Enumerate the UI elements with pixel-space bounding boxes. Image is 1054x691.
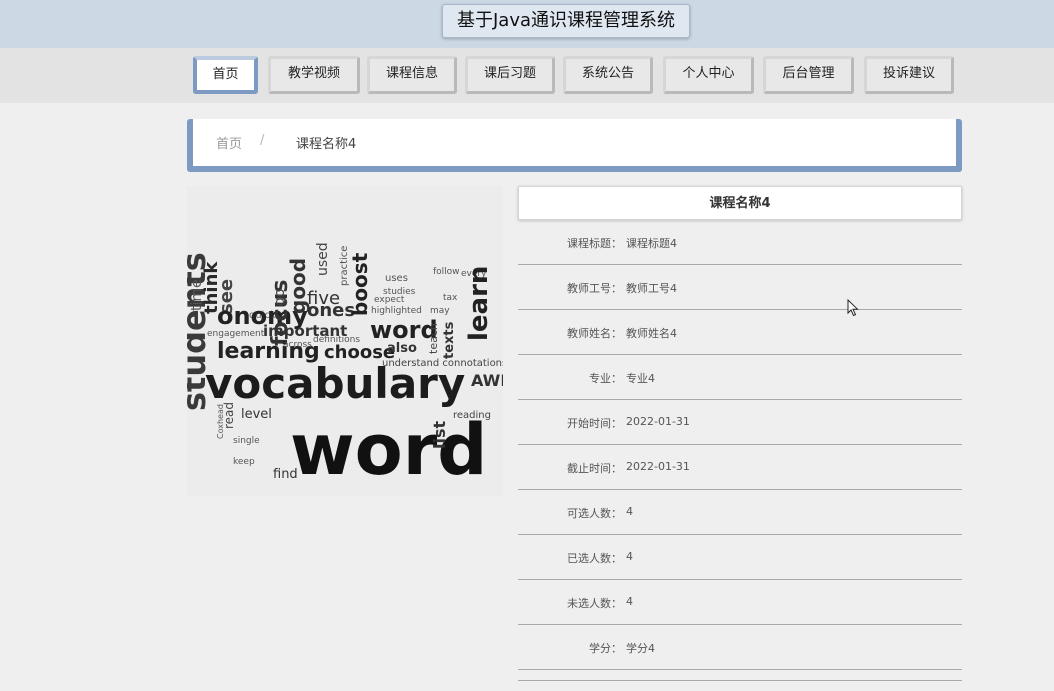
detail-label: 专业： bbox=[589, 372, 622, 385]
cloud-word: AWI bbox=[471, 371, 503, 390]
cloud-word: boost bbox=[348, 252, 372, 316]
mouse-pointer-icon bbox=[847, 299, 859, 317]
cloud-word: highlighted bbox=[371, 306, 422, 316]
cloud-word: expect bbox=[374, 295, 405, 305]
detail-label: 可选人数： bbox=[567, 507, 622, 520]
nav-item-announcements[interactable]: 系统公告 bbox=[563, 56, 653, 94]
nav-item-home[interactable]: 首页 bbox=[193, 56, 258, 94]
cloud-word: teach bbox=[427, 323, 440, 354]
cloud-word: Coxhead bbox=[216, 404, 225, 439]
cloud-word: also bbox=[387, 341, 417, 356]
detail-value: 4 bbox=[626, 505, 633, 518]
detail-value: 4 bbox=[626, 595, 633, 608]
cloud-word: vocabulary bbox=[205, 359, 465, 408]
breadcrumb-home-link[interactable]: 首页 bbox=[216, 133, 242, 152]
cloud-word: used bbox=[315, 242, 331, 276]
app-title: 基于Java通识课程管理系统 bbox=[442, 4, 690, 38]
detail-row-remaining: 未选人数： 4 bbox=[518, 580, 962, 625]
detail-value: 4 bbox=[626, 550, 633, 563]
cloud-word: go bbox=[272, 289, 288, 306]
cloud-word: tax bbox=[443, 293, 458, 303]
detail-value: 专业4 bbox=[626, 372, 655, 385]
breadcrumb-current: 课程名称4 bbox=[296, 137, 357, 152]
word-cloud-image: students time think see quick onomy focu… bbox=[187, 242, 503, 491]
detail-value: 课程标题4 bbox=[626, 237, 677, 250]
detail-row-capacity: 可选人数： 4 bbox=[518, 490, 962, 535]
nav-item-exercises[interactable]: 课后习题 bbox=[465, 56, 555, 94]
detail-label: 截止时间： bbox=[567, 462, 622, 475]
cloud-word: uses bbox=[385, 273, 408, 284]
nav-item-teaching-videos[interactable]: 教学视频 bbox=[268, 56, 360, 94]
nav-item-admin[interactable]: 后台管理 bbox=[763, 56, 854, 94]
detail-row-enrolled: 已选人数： 4 bbox=[518, 535, 962, 580]
cloud-word: keep bbox=[233, 457, 255, 467]
nav-item-course-info[interactable]: 课程信息 bbox=[367, 56, 457, 94]
detail-row-teacher-name: 教师姓名： 教师姓名4 bbox=[518, 310, 962, 355]
cloud-word: may bbox=[430, 306, 450, 316]
cloud-word: level bbox=[241, 407, 272, 422]
breadcrumb-separator: / bbox=[260, 133, 265, 148]
detail-row-start-time: 开始时间： 2022-01-31 bbox=[518, 400, 962, 445]
detail-row-credits: 学分： 学分4 bbox=[518, 625, 962, 670]
top-header: 基于Java通识课程管理系统 bbox=[0, 0, 1054, 48]
cloud-word: across bbox=[283, 340, 312, 350]
detail-value: 教师姓名4 bbox=[626, 327, 677, 340]
nav-item-personal-center[interactable]: 个人中心 bbox=[663, 56, 754, 94]
detail-label: 开始时间： bbox=[567, 417, 622, 430]
detail-label: 未选人数： bbox=[567, 597, 622, 610]
detail-label: 教师工号： bbox=[567, 282, 622, 295]
divider bbox=[518, 680, 962, 681]
detail-value: 教师工号4 bbox=[626, 282, 677, 295]
cloud-word: single bbox=[233, 436, 260, 446]
cloud-word: learn bbox=[464, 266, 494, 341]
cloud-word: texts bbox=[442, 321, 457, 359]
cloud-word: engagement bbox=[207, 329, 265, 339]
nav-item-complaints[interactable]: 投诉建议 bbox=[864, 56, 954, 94]
details-list: 课程标题： 课程标题4 教师工号： 教师工号4 教师姓名： 教师姓名4 专业： … bbox=[518, 220, 962, 670]
breadcrumb: 首页 / 课程名称4 bbox=[187, 119, 962, 172]
detail-row-title: 课程标题： 课程标题4 bbox=[518, 220, 962, 265]
cloud-word: word bbox=[290, 409, 487, 491]
details-heading: 课程名称4 bbox=[518, 186, 962, 220]
detail-value: 2022-01-31 bbox=[626, 415, 690, 428]
detail-value: 学分4 bbox=[626, 642, 655, 655]
detail-label: 学分： bbox=[589, 642, 622, 655]
detail-label: 已选人数： bbox=[567, 552, 622, 565]
detail-row-teacher-id: 教师工号： 教师工号4 bbox=[518, 265, 962, 310]
cloud-word: list bbox=[430, 421, 449, 449]
cloud-word: follow bbox=[433, 267, 460, 277]
detail-row-major: 专业： 专业4 bbox=[518, 355, 962, 400]
main-nav: 首页 教学视频 课程信息 课后习题 系统公告 个人中心 后台管理 投诉建议 bbox=[0, 48, 1054, 103]
cloud-word: reading bbox=[453, 410, 491, 421]
detail-row-end-time: 截止时间： 2022-01-31 bbox=[518, 445, 962, 490]
detail-label: 教师姓名： bbox=[567, 327, 622, 340]
course-image: students time think see quick onomy focu… bbox=[187, 186, 503, 496]
detail-value: 2022-01-31 bbox=[626, 460, 690, 473]
detail-label: 课程标题： bbox=[567, 237, 622, 250]
